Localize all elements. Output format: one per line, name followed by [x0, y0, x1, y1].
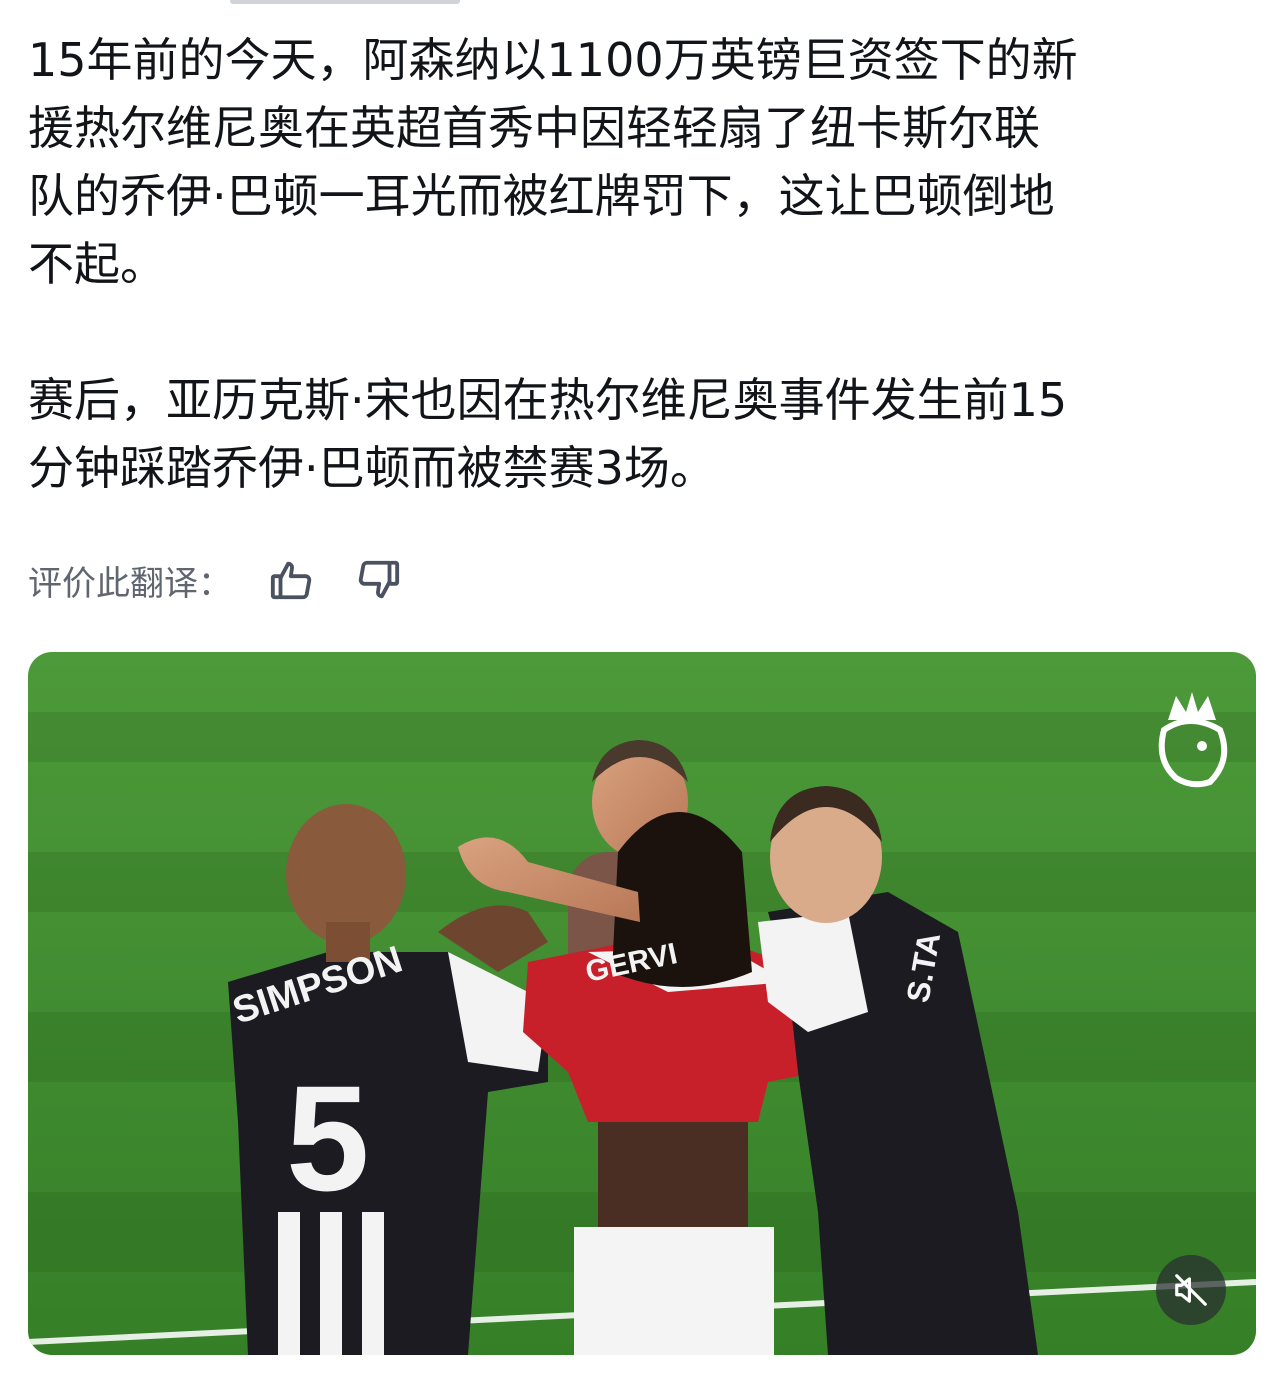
translation-feedback: 评价此翻译： [28, 552, 406, 608]
rate-translation-label: 评价此翻译： [28, 563, 232, 604]
thumbs-up-button[interactable] [264, 552, 320, 608]
top-edge-fragment [230, 0, 460, 4]
mute-button[interactable] [1156, 1255, 1226, 1325]
video-player[interactable]: SIMPSON 5 GERVI S.TA [28, 652, 1256, 1355]
premier-league-lion-icon [1158, 692, 1228, 788]
thumbs-down-icon [358, 560, 400, 599]
thumbs-up-icon [270, 561, 312, 600]
simpson-jersey-number: 5 [286, 1054, 369, 1222]
post-body: 15年前的今天，阿森纳以1100万英镑巨资签下的新 援热尔维尼奥在英超首秀中因轻… [28, 26, 1248, 502]
speaker-muted-icon [1175, 1274, 1207, 1306]
thumbs-down-button[interactable] [350, 552, 406, 608]
post-paragraph-2: 赛后，亚历克斯·宋也因在热尔维尼奥事件发生前15 分钟踩踏乔伊·巴顿而被禁赛3场… [28, 373, 1068, 495]
video-frame: SIMPSON 5 GERVI S.TA [28, 652, 1256, 1355]
post-paragraph-1: 15年前的今天，阿森纳以1100万英镑巨资签下的新 援热尔维尼奥在英超首秀中因轻… [28, 33, 1078, 291]
